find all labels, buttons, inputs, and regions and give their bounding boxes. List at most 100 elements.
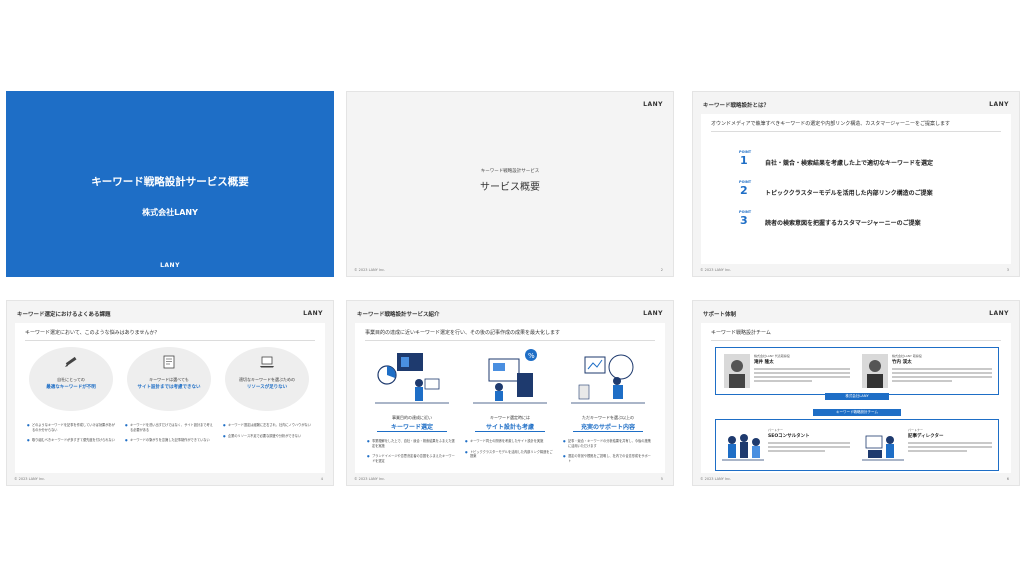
feature-label: 事業目的の達成に近い [392, 415, 432, 420]
issue-list-2: キーワードを洗い出すだけではなく、サイト設計まで考える必要がある キーワードの繋… [125, 423, 215, 449]
feature-list-3: 記事・競合・キーワードの分析結果を共有し、今後の施策に活用いただけます 選定の背… [563, 439, 653, 469]
issue-list-item: どのようなキーワードを記事を作成していけば効果があがるのか分からない [27, 423, 117, 432]
lany-logo: LANY [643, 101, 663, 108]
copyright: © 2023 LANY Inc. [700, 477, 732, 481]
feature-underline [377, 431, 447, 432]
issue-line2: リソースが足りない [246, 385, 288, 390]
point-number: 1 [740, 154, 748, 167]
point-text: トピッククラスターモデルを活用した内部リンク構造のご提案 [765, 190, 933, 197]
person-role: 株式会社LANY 代表取締役 [754, 354, 790, 358]
company-box: 株式会社LANY 代表取締役 滝井 隆太 株式会社LANY 取締役 竹内 渓太 [715, 347, 999, 395]
point-number: 3 [740, 214, 748, 227]
partner-role: パートナー [908, 428, 924, 432]
point-2: POINT 2 トピッククラスターモデルを活用した内部リンク構造のご提案 [739, 180, 1001, 200]
lany-logo: LANY [160, 262, 180, 269]
feature-title: 充実のサポート内容 [580, 424, 635, 431]
issue-line1: キーワードは選べても [149, 377, 189, 382]
slide-title: キーワード戦略設計サービス紹介 [357, 312, 440, 318]
feature-label: ただキーワードを選ぶ以上の [582, 415, 634, 420]
feature-label: キーワード選定時には [490, 415, 530, 420]
issue-bubble-3: 適切なキーワードを選ぶための リソースが足りない [225, 347, 309, 411]
lany-logo: LANY [989, 310, 1009, 317]
team-tag: キーワード戦略設計チーム [813, 409, 901, 416]
issue-list-item: 取り組むべきキーワードが多すぎて優先度を付けられない [27, 438, 117, 443]
issue-list-3: キーワード選定は経験に左右され、社内にノウハウがない 企業のリソース不足で必要な… [223, 423, 313, 444]
document-icon [163, 355, 175, 369]
slide-subheading: オウンドメディアで執筆すべきキーワードの選定や内部リンク構造、カスタマージャーニ… [711, 120, 1001, 132]
partner-role: パートナー [768, 428, 784, 432]
slide-3-what-is[interactable]: キーワード戦略設計とは？ LANY オウンドメディアで執筆すべきキーワードの選定… [692, 91, 1020, 277]
cover-title: キーワード戦略設計サービス概要 [91, 176, 249, 188]
slide-subheading: 事業目的の達成に近いキーワード選定を行い、その後の記事作成の成果を最大化します [365, 329, 655, 341]
person-name: 滝井 隆太 [754, 360, 774, 365]
feature-list-item: 選定の背景や根拠をご説明し、社内での合意形成をサポート [563, 454, 653, 463]
issue-list-1: どのようなキーワードを記事を作成していけば効果があがるのか分からない 取り組むべ… [27, 423, 117, 449]
person-photo-1 [724, 354, 750, 388]
partner-description [768, 442, 850, 454]
copyright: © 2023 LANY Inc. [354, 268, 386, 272]
lany-logo: LANY [303, 310, 323, 317]
slide-subheading: キーワード選定において、このような悩みはありませんか？ [25, 329, 315, 341]
point-text: 読者の検索意図を把握するカスタマージャーニーのご提案 [765, 220, 921, 227]
feature-underline [475, 431, 545, 432]
feature-underline [573, 431, 643, 432]
slide-6-support[interactable]: サポート体制 LANY キーワード戦略設計チーム 株式会社LANY 代表取締役 … [692, 300, 1020, 486]
person-photo-2 [862, 354, 888, 388]
site-design-illustration: % [473, 349, 547, 404]
issue-line2: サイト設計までは考慮できない [137, 385, 201, 390]
slide-5-service-intro[interactable]: キーワード戦略設計サービス紹介 LANY 事業目的の達成に近いキーワード選定を行… [346, 300, 674, 486]
person-description [892, 368, 992, 384]
copyright: © 2023 LANY Inc. [14, 477, 46, 481]
cover-company: 株式会社LANY [142, 208, 198, 217]
issue-list-item: 企業のリソース不足で必要な調査や分析ができない [223, 434, 313, 439]
feature-list-item: トピッククラスターモデルを活用した内部リンク構造をご提案 [465, 450, 555, 459]
feature-list-1: 事業理解をした上で、自社・競合・検索結果をふまえた選定を実施 ブランドイメージや… [367, 439, 457, 469]
partner-description [908, 442, 992, 454]
page-number: 4 [320, 477, 323, 481]
slide-4-issues[interactable]: キーワード選定におけるよくある課題 LANY キーワード選定において、このような… [6, 300, 334, 486]
director-illustration [862, 435, 904, 461]
partner-box: パートナー SEOコンサルタント パートナー 記事ディレクター [715, 419, 999, 471]
copyright: © 2023 LANY Inc. [354, 477, 386, 481]
point-number: 2 [740, 184, 748, 197]
page-number: 6 [1006, 477, 1009, 481]
feature-list-item: 記事・競合・キーワードの分析結果を共有し、今後の施策に活用いただけます [563, 439, 653, 448]
feature-list-2: キーワード同士の関係を考慮したサイト設計を実施 トピッククラスターモデルを活用し… [465, 439, 555, 465]
section-title: サービス概要 [480, 182, 540, 193]
person-name: 竹内 渓太 [892, 360, 912, 365]
laptop-icon [260, 356, 274, 368]
feature-list-item: キーワード同士の関係を考慮したサイト設計を実施 [465, 439, 555, 444]
pencil-icon [65, 356, 77, 367]
feature-title: サイト設計も考慮 [485, 424, 534, 431]
slide-2-section[interactable]: LANY キーワード戦略設計サービス サービス概要 © 2023 LANY In… [346, 91, 674, 277]
slide-title: サポート体制 [703, 312, 737, 318]
lany-logo: LANY [989, 101, 1009, 108]
consultant-illustration [722, 434, 764, 461]
content-card: オウンドメディアで執筆すべきキーワードの選定や内部リンク構造、カスタマージャーニ… [701, 114, 1011, 264]
page-number: 3 [1006, 268, 1009, 272]
svg-text:%: % [528, 352, 535, 360]
content-card: キーワード選定において、このような悩みはありませんか？ 自社にとっての 最適なキ… [15, 323, 325, 473]
issue-line2: 最適なキーワードが不明 [46, 385, 96, 390]
issue-line1: 適切なキーワードを選ぶための [239, 377, 295, 382]
section-subtitle: キーワード戦略設計サービス [480, 169, 540, 174]
page-number: 5 [660, 477, 663, 481]
point-3: POINT 3 読者の検索意図を把握するカスタマージャーニーのご提案 [739, 210, 1001, 230]
slide-subheading: キーワード戦略設計チーム [711, 329, 1001, 341]
issue-bubble-1: 自社にとっての 最適なキーワードが不明 [29, 347, 113, 411]
content-card: 事業目的の達成に近いキーワード選定を行い、その後の記事作成の成果を最大化します … [355, 323, 665, 473]
slide-title: キーワード選定におけるよくある課題 [17, 312, 111, 318]
issue-list-item: キーワードを洗い出すだけではなく、サイト設計まで考える必要がある [125, 423, 215, 432]
issue-bubble-2: キーワードは選べても サイト設計までは考慮できない [127, 347, 211, 411]
feature-list-item: 事業理解をした上で、自社・競合・検索結果をふまえた選定を実施 [367, 439, 457, 448]
issue-line1: 自社にとっての [57, 377, 85, 382]
issue-list-item: キーワードの繋がりを意識した記事制作ができていない [125, 438, 215, 443]
point-1: POINT 1 自社・競合・検索結果を考慮した上で適切なキーワードを選定 [739, 150, 1001, 170]
point-text: 自社・競合・検索結果を考慮した上で適切なキーワードを選定 [765, 160, 934, 167]
issue-list-item: キーワード選定は経験に左右され、社内にノウハウがない [223, 423, 313, 428]
analysis-illustration [375, 353, 449, 404]
slide-title: キーワード戦略設計とは？ [703, 103, 770, 109]
content-card: キーワード戦略設計チーム 株式会社LANY 代表取締役 滝井 隆太 株式会社LA… [701, 323, 1011, 473]
slide-1-cover[interactable]: キーワード戦略設計サービス概要 株式会社LANY LANY [6, 91, 334, 277]
person-role: 株式会社LANY 取締役 [892, 354, 922, 358]
